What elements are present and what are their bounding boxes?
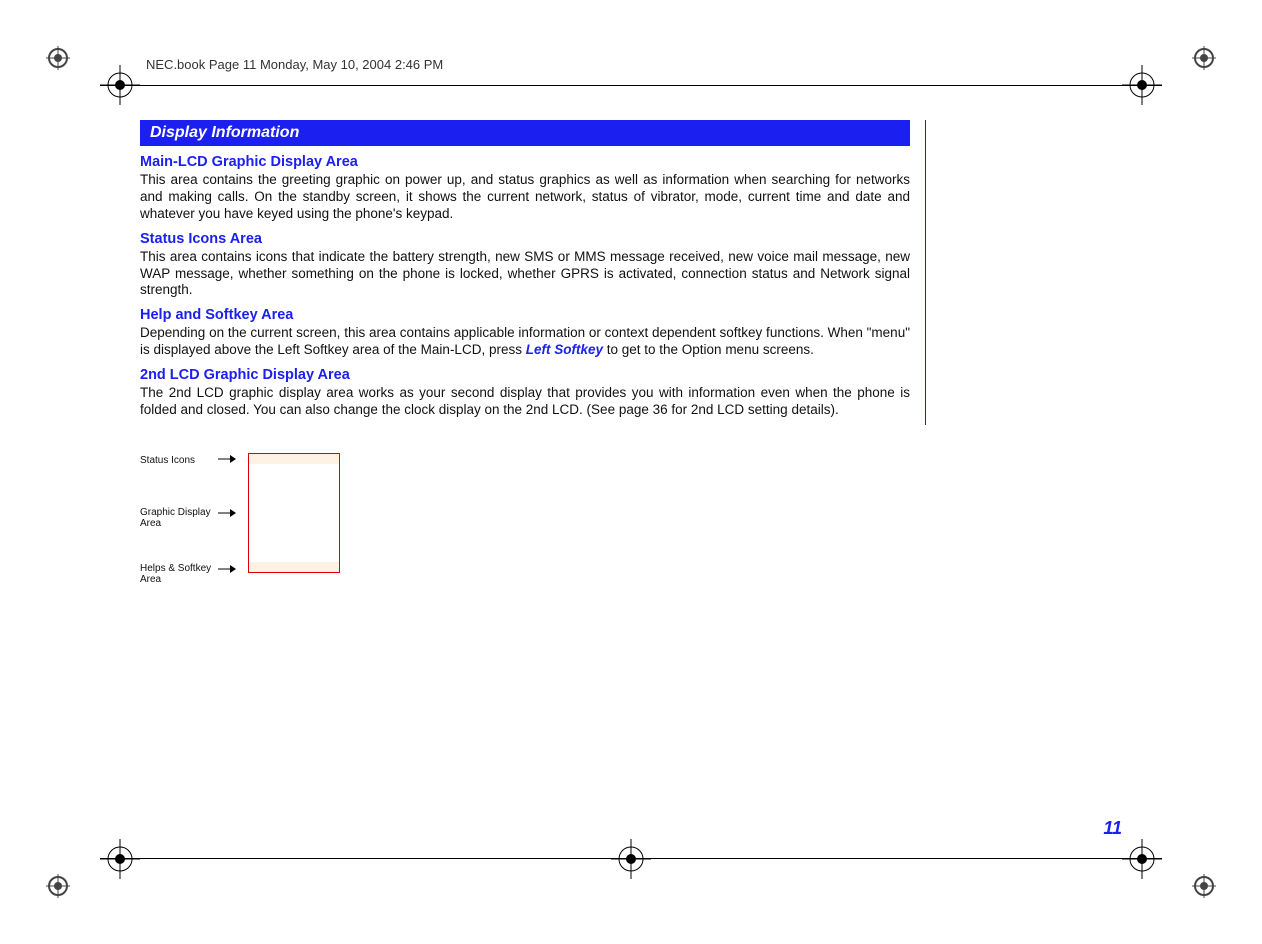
- section-banner: Display Information: [140, 120, 910, 146]
- registration-mark-icon: [1122, 839, 1162, 879]
- arrow-icon: [218, 455, 236, 463]
- crop-mark-icon: [1192, 874, 1216, 898]
- diagram-status-area: [249, 454, 339, 464]
- diagram-softkey-area: [249, 562, 339, 572]
- crop-mark-icon: [46, 874, 70, 898]
- crop-mark-icon: [1192, 46, 1216, 70]
- body-text: This area contains icons that indicate t…: [140, 249, 910, 300]
- page-body: Display Information Main-LCD Graphic Dis…: [140, 120, 1122, 824]
- body-text: Depending on the current screen, this ar…: [140, 325, 910, 359]
- main-column: Display Information Main-LCD Graphic Dis…: [140, 120, 926, 425]
- page-header: NEC.book Page 11 Monday, May 10, 2004 2:…: [146, 57, 443, 72]
- diagram-label-softkey-area: Helps & Softkey Area: [140, 563, 218, 585]
- diagram-label-graphic-area: Graphic Display Area: [140, 507, 218, 529]
- registration-mark-icon: [1122, 65, 1162, 105]
- body-text-fragment: to get to the Option menu screens.: [603, 342, 814, 357]
- body-text: The 2nd LCD graphic display area works a…: [140, 385, 910, 419]
- body-text: This area contains the greeting graphic …: [140, 172, 910, 223]
- registration-mark-icon: [100, 839, 140, 879]
- crop-rule: [100, 85, 1162, 86]
- lcd-diagram: [248, 453, 340, 573]
- emphasis-left-softkey: Left Softkey: [526, 342, 603, 357]
- subhead-main-lcd: Main-LCD Graphic Display Area: [140, 154, 910, 170]
- subhead-2nd-lcd: 2nd LCD Graphic Display Area: [140, 367, 910, 383]
- registration-mark-icon: [100, 65, 140, 105]
- crop-mark-icon: [46, 46, 70, 70]
- registration-mark-icon: [611, 839, 651, 879]
- arrow-icon: [218, 565, 236, 573]
- subhead-help-softkey: Help and Softkey Area: [140, 307, 910, 323]
- diagram-label-status-icons: Status Icons: [140, 455, 218, 466]
- arrow-icon: [218, 509, 236, 517]
- subhead-status-icons: Status Icons Area: [140, 231, 910, 247]
- page-number: 11: [1103, 818, 1122, 839]
